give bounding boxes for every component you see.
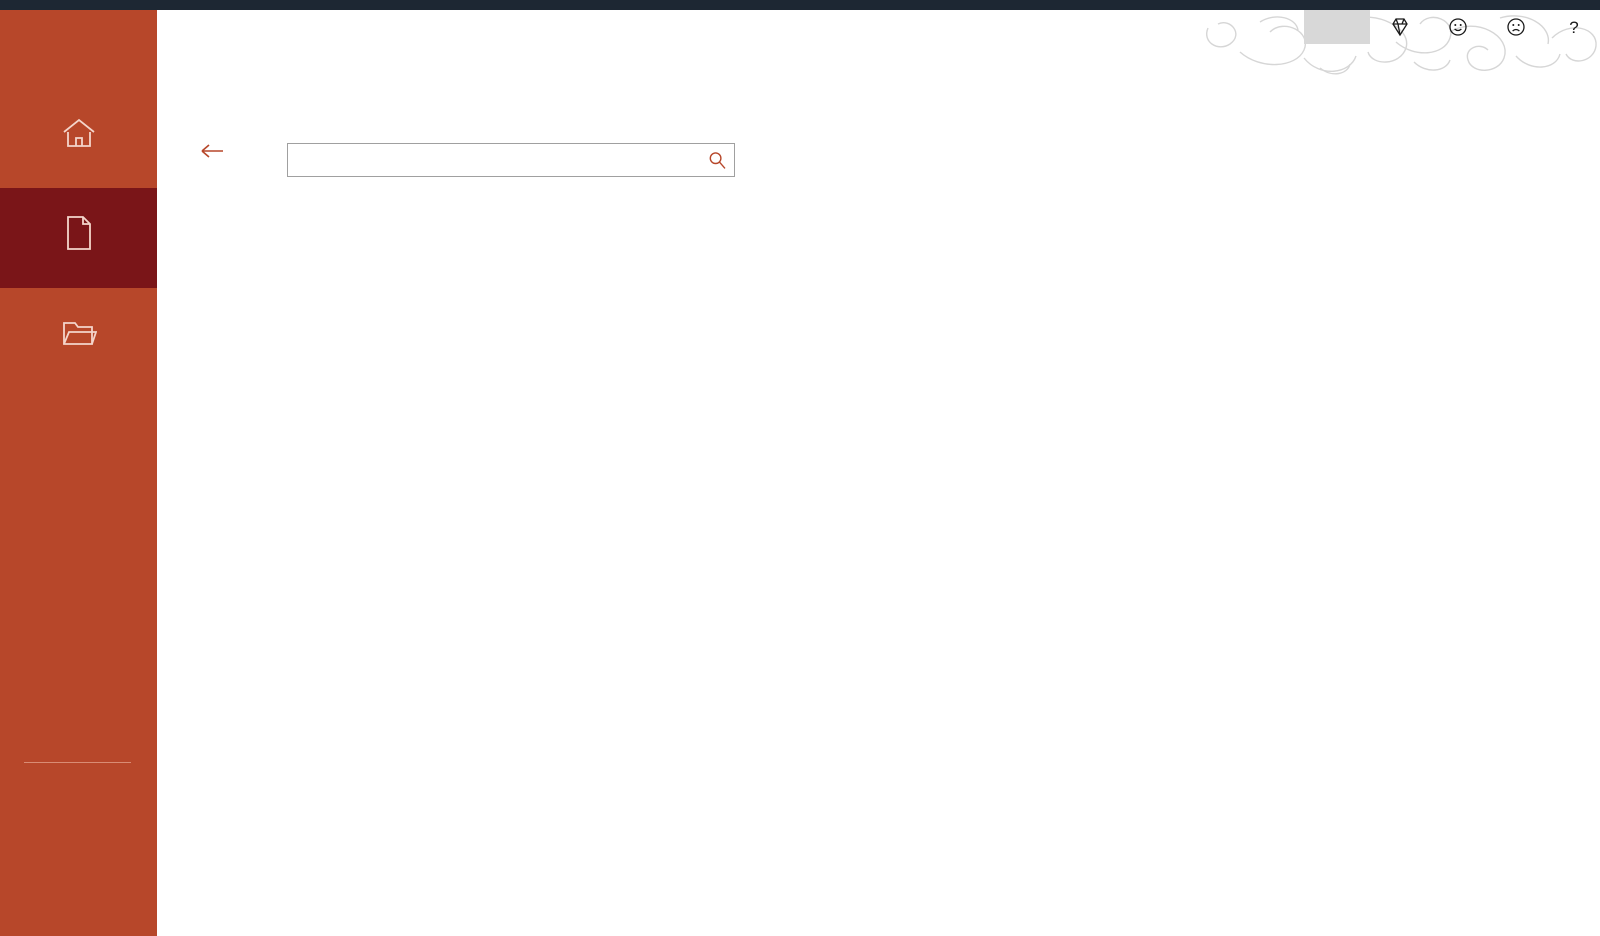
sidebar-item-options[interactable] (0, 873, 157, 917)
left-sidebar (0, 10, 157, 936)
sad-face-icon[interactable] (1504, 15, 1528, 39)
sidebar-item-open[interactable] (0, 288, 157, 388)
sidebar-item-home[interactable] (0, 88, 157, 188)
smiley-face-icon[interactable] (1446, 15, 1470, 39)
help-icon[interactable]: ? (1562, 15, 1586, 39)
arrow-left-icon (201, 144, 223, 158)
sidebar-nav-list (0, 88, 157, 388)
sidebar-divider (24, 762, 131, 763)
diamond-icon[interactable] (1388, 15, 1412, 39)
search-input[interactable] (288, 144, 700, 176)
brand-label (0, 10, 157, 60)
search-button[interactable] (700, 144, 734, 176)
search-icon (709, 151, 726, 169)
powerpoint-backstage-window: ? (0, 0, 1600, 936)
template-search-box[interactable] (287, 143, 735, 177)
header-gray-block (1304, 10, 1370, 44)
sidebar-item-account[interactable] (0, 785, 157, 829)
back-button[interactable] (201, 143, 234, 159)
main-content-pane (157, 10, 1600, 936)
folder-open-icon (62, 322, 97, 345)
sidebar-footer-list (0, 785, 157, 917)
sidebar-item-feedback[interactable] (0, 829, 157, 873)
system-taskbar (0, 0, 1600, 10)
sidebar-item-new[interactable] (0, 188, 157, 288)
header-icon-bar: ? (1388, 12, 1586, 42)
home-icon (62, 118, 95, 147)
svg-text:?: ? (1569, 18, 1578, 37)
document-icon (66, 216, 91, 250)
